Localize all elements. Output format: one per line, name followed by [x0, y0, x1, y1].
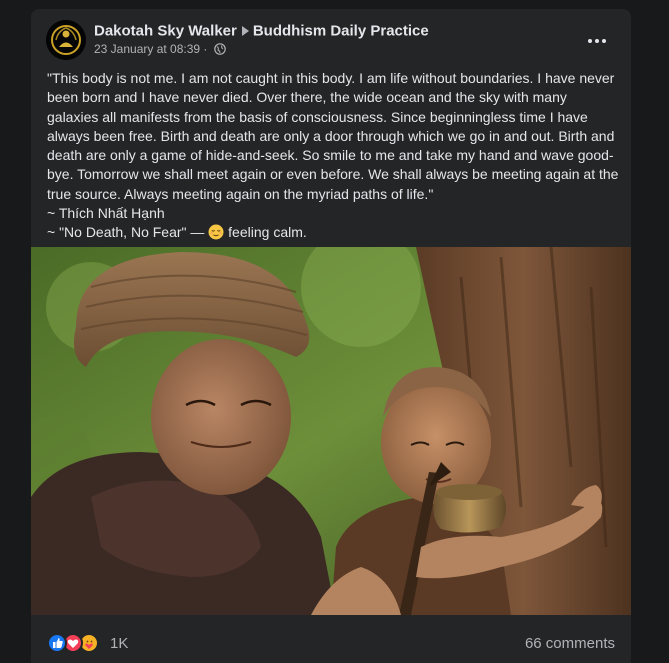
book-title: ~ "No Death, No Fear" —	[47, 224, 205, 241]
reaction-count[interactable]: 1K	[110, 635, 128, 652]
more-options-dot	[595, 39, 599, 43]
post-photo[interactable]	[31, 247, 631, 615]
feeling-text[interactable]: feeling calm.	[228, 224, 307, 240]
avatar-icon	[46, 20, 86, 60]
author-line: Dakotah Sky Walker Buddhism Daily Practic…	[94, 22, 429, 40]
like-icon	[47, 633, 67, 653]
post-meta: 23 January at 08:39 ·	[94, 42, 226, 56]
author-avatar[interactable]	[46, 20, 86, 60]
more-options-icon	[588, 39, 592, 43]
post-image	[31, 247, 631, 615]
author-name[interactable]: Dakotah Sky Walker	[94, 23, 237, 40]
post-footer: 1K 66 comments	[31, 615, 631, 663]
group-name[interactable]: Buddhism Daily Practice	[253, 23, 429, 40]
globe-icon[interactable]	[213, 43, 226, 55]
meta-separator: ·	[203, 42, 208, 56]
relieved-face-emoji	[208, 224, 224, 240]
arrow-right-icon	[241, 23, 249, 40]
more-options-dot	[602, 39, 606, 43]
post-card: Dakotah Sky Walker Buddhism Daily Practic…	[31, 9, 631, 663]
more-options-button[interactable]	[579, 23, 615, 59]
comments-count[interactable]: 66 comments	[525, 635, 615, 652]
quote-text: "This body is not me. I am not caught in…	[47, 70, 619, 202]
post-body: "This body is not me. I am not caught in…	[47, 69, 619, 243]
quote-author: ~ Thích Nhất Hạnh	[47, 205, 165, 222]
feeling-line: ~ "No Death, No Fear" — feeling calm.	[47, 223, 619, 242]
post-timestamp[interactable]: 23 January at 08:39	[94, 42, 200, 56]
post-header: Dakotah Sky Walker Buddhism Daily Practic…	[31, 9, 631, 67]
